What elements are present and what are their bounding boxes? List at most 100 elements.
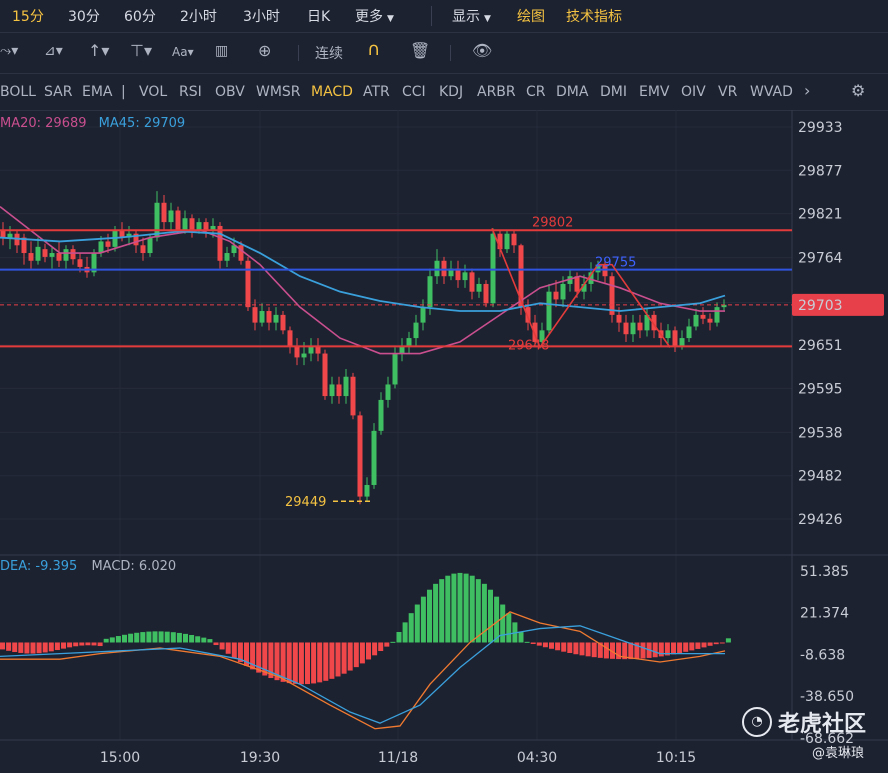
candle-body (672, 330, 678, 346)
ma20-legend: MA20: 29689 (0, 116, 87, 131)
macd-bar (311, 642, 317, 684)
macd-bar (549, 642, 554, 649)
macd-bar (183, 633, 188, 643)
macd-bar (109, 637, 115, 643)
candle-body (280, 314, 286, 331)
macd-bar (6, 642, 12, 651)
macd-bar (54, 642, 60, 651)
dea-line (0, 625, 725, 724)
macd-bar (359, 642, 365, 664)
price-tick-label: 29877 (798, 163, 843, 179)
candle-body (427, 276, 433, 308)
candle-body (294, 345, 300, 358)
macd-bar (384, 642, 390, 647)
brand-name: 老虎社区 (778, 712, 867, 737)
macd-bar (201, 637, 207, 643)
time-tick-label: 19:30 (240, 750, 280, 766)
candle-body (623, 322, 629, 335)
macd-bar (347, 642, 353, 671)
candle-body (413, 322, 419, 339)
macd-bar (366, 642, 371, 660)
candle-body (504, 233, 510, 250)
macd-bar (500, 604, 506, 643)
macd-bar (683, 642, 689, 652)
macd-bar (719, 642, 725, 644)
macd-bar (439, 579, 445, 643)
candle-body (665, 330, 671, 339)
macd-bar (585, 642, 591, 657)
ma45-legend: MA45: 29709 (98, 116, 186, 131)
macd-bar (402, 622, 408, 643)
price-tick-label: 29595 (798, 381, 843, 397)
macd-bar (42, 642, 48, 653)
price-tick-label: 29538 (798, 425, 843, 441)
macd-bar (518, 632, 524, 643)
mid-annotation: 29755 (595, 256, 636, 271)
macd-bar (158, 631, 164, 643)
high-annotation: 29802 (532, 215, 573, 230)
candle-body (63, 249, 69, 261)
macd-bar (372, 642, 378, 656)
candle-body (259, 311, 265, 323)
macd-bar (213, 642, 219, 646)
macd-bar (628, 642, 634, 660)
price-tick-label: 29426 (798, 512, 843, 528)
candle-body (77, 259, 83, 267)
candle-body (364, 484, 370, 497)
candle-body (700, 314, 706, 319)
macd-tick-label: -38.650 (800, 689, 854, 705)
candle-body (469, 272, 475, 292)
macd-bar (36, 642, 42, 654)
macd-bar (677, 642, 683, 654)
candle-body (28, 253, 34, 261)
macd-bar (195, 636, 201, 643)
candle-body (686, 326, 692, 339)
macd-bar (427, 589, 432, 643)
candle-body (7, 233, 13, 238)
macd-bar (567, 642, 573, 653)
candle-body (378, 399, 384, 431)
candle-body (147, 237, 153, 254)
macd-bar (323, 642, 329, 681)
macd-bar (73, 642, 79, 647)
price-tick-label: 29933 (798, 120, 843, 136)
macd-bar (231, 642, 237, 658)
candle-body (441, 260, 447, 277)
macd-tick-label: -8.638 (800, 647, 845, 663)
candle-body (175, 210, 181, 230)
macd-bar (420, 596, 426, 643)
macd-bar (561, 642, 567, 652)
macd-bar (0, 642, 5, 650)
candle-body (210, 225, 216, 230)
candle-body (98, 241, 104, 254)
macd-bar (555, 642, 561, 651)
candle-body (434, 260, 440, 277)
macd-bar (530, 642, 536, 645)
macd-bar (725, 638, 731, 643)
price-tick-label: 29821 (798, 207, 843, 223)
macd-bar (695, 642, 701, 649)
candle-body (490, 233, 496, 304)
macd-bar (91, 642, 97, 646)
macd-bar (97, 642, 103, 647)
macd-bar (219, 642, 225, 650)
macd-bar (579, 642, 585, 656)
macd-bar (451, 573, 457, 643)
macd-bar (469, 575, 475, 643)
ma20-line (0, 206, 725, 355)
macd-bar (329, 642, 335, 679)
macd-bar (433, 583, 439, 643)
candle-body (336, 384, 342, 397)
current-price-label: 29703 (798, 298, 843, 314)
main-legend: MA20: 29689 MA45: 29709 (0, 116, 185, 131)
candle-body (266, 311, 272, 323)
macd-bar (573, 642, 579, 655)
macd-bar (67, 642, 73, 648)
macd-bar (140, 632, 146, 643)
macd-bar (85, 642, 91, 646)
candle-body (560, 283, 566, 300)
macd-bar (189, 635, 195, 643)
candle-body (462, 272, 468, 281)
candle-body (182, 218, 188, 230)
macd-bar (170, 632, 176, 643)
